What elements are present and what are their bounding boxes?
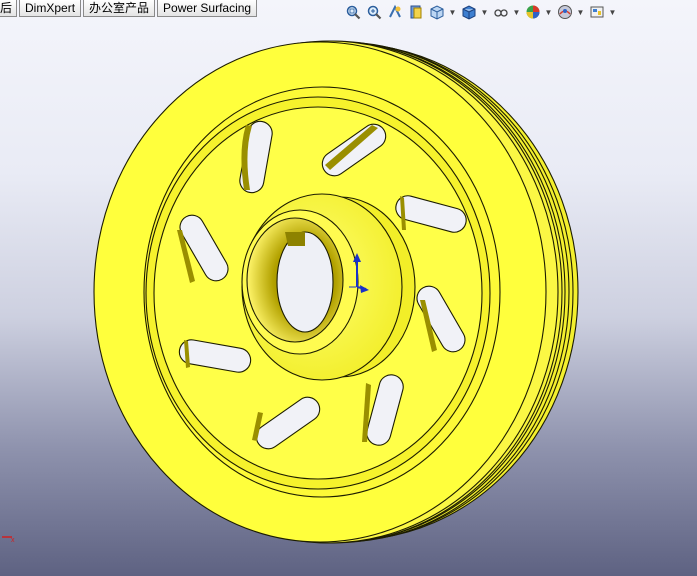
command-manager-tabs: 后 DimXpert 办公室产品 Power Surfacing [0,0,259,17]
display-style-dropdown-icon[interactable]: ▼ [481,3,489,21]
previous-view-icon[interactable] [386,3,404,21]
hide-show-items-icon[interactable] [492,3,510,21]
graphics-area[interactable] [0,0,697,576]
edit-appearance-dropdown-icon[interactable]: ▼ [545,3,553,21]
edit-appearance-icon[interactable] [524,3,542,21]
tab-truncated[interactable]: 后 [0,0,18,17]
hide-show-dropdown-icon[interactable]: ▼ [513,3,521,21]
view-settings-icon[interactable] [588,3,606,21]
heads-up-view-toolbar: ▼ ▼ ▼ ▼ ▼ ▼ [344,2,620,22]
tab-office-products[interactable]: 办公室产品 [83,0,156,17]
coordinate-triad-icon: x [2,536,15,544]
view-orientation-dropdown-icon[interactable]: ▼ [449,3,457,21]
zoom-to-fit-icon[interactable] [344,3,362,21]
pulley-part[interactable] [93,40,579,544]
svg-text:x: x [11,537,15,544]
tab-dimxpert[interactable]: DimXpert [19,0,82,17]
display-style-icon[interactable] [460,3,478,21]
zoom-area-icon[interactable] [365,3,383,21]
section-view-icon[interactable] [407,3,425,21]
view-orientation-icon[interactable] [428,3,446,21]
tab-power-surfacing[interactable]: Power Surfacing [157,0,258,17]
apply-scene-dropdown-icon[interactable]: ▼ [577,3,585,21]
view-settings-dropdown-icon[interactable]: ▼ [609,3,617,21]
apply-scene-icon[interactable] [556,3,574,21]
